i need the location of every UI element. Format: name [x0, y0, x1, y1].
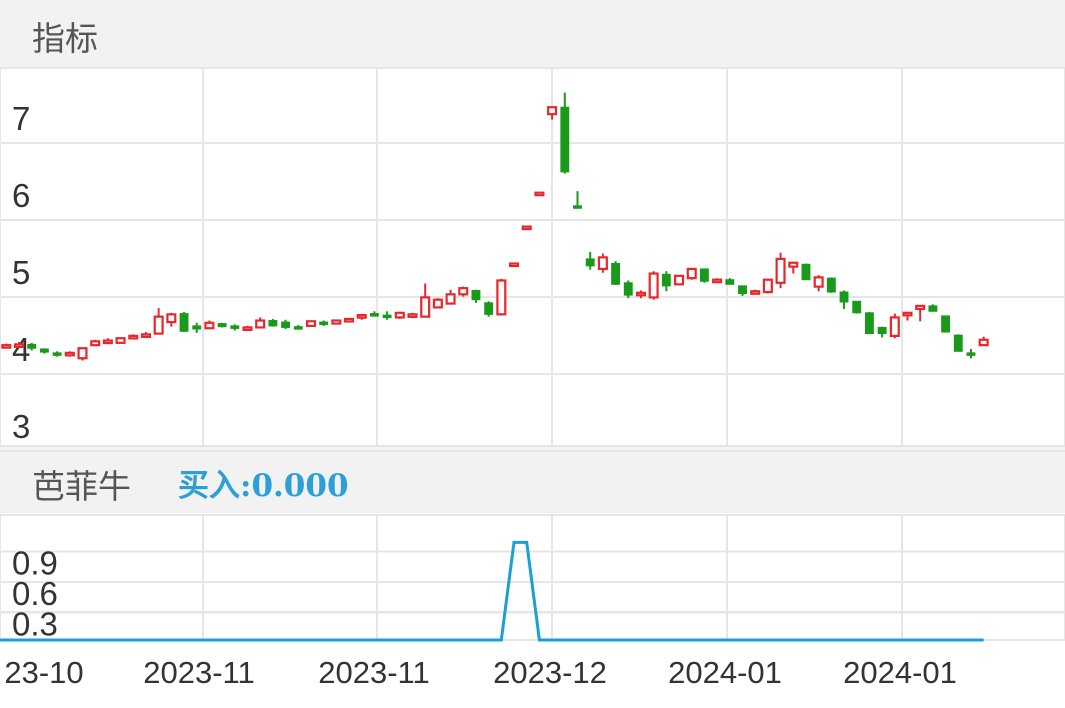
- candle-body-up: [597, 256, 608, 271]
- candle-body-down: [661, 273, 671, 287]
- candle-body-up: [1, 344, 12, 349]
- x-tick-label: 2024-01: [843, 655, 957, 690]
- candle-body-up: [712, 278, 723, 284]
- main-y-tick-label: 7: [12, 100, 30, 137]
- candle-body-up: [90, 340, 101, 347]
- candle-body-up: [305, 320, 316, 327]
- main-y-tick-label: 6: [12, 177, 30, 214]
- candle-body-down: [738, 285, 747, 295]
- main-plot-frame: [0, 67, 1065, 447]
- candle-body-down: [699, 268, 709, 282]
- candle-body-up: [420, 296, 431, 318]
- candle-body-down: [319, 321, 329, 326]
- candle-body-up: [978, 338, 989, 347]
- candle-body-up: [762, 278, 773, 294]
- candle-body-up: [77, 347, 88, 360]
- indicator-line-series: [0, 540, 984, 642]
- candle-body-down: [192, 325, 202, 330]
- candle-body-down: [611, 263, 621, 285]
- candle-body-down: [966, 352, 976, 356]
- candle-body-up: [140, 333, 151, 338]
- main-y-tick-label: 3: [12, 408, 30, 445]
- candle-body-up: [915, 304, 926, 311]
- candle-body-down: [623, 282, 633, 296]
- candle-body-up: [509, 262, 520, 268]
- candle-body-down: [471, 289, 481, 301]
- candle-body-down: [928, 305, 938, 312]
- candle-body-up: [356, 314, 367, 319]
- candle-body-down: [839, 291, 849, 303]
- candle-body-down: [864, 312, 874, 335]
- x-tick-label: 2023-11: [318, 655, 429, 690]
- chart-svg[interactable]: 345670.30.60.923-10 2023-11 2023-11 2023-12…: [0, 0, 1065, 708]
- candle-body-down: [268, 320, 278, 327]
- candle-body-up: [344, 317, 355, 323]
- candle-body-up: [407, 313, 418, 318]
- candle-body-up: [648, 272, 659, 299]
- candle-body-down: [179, 313, 189, 332]
- candle-body-up: [534, 191, 545, 197]
- candle-body-down: [877, 326, 887, 335]
- main-y-tick-label: 4: [12, 331, 30, 368]
- candle-body-down: [369, 313, 379, 317]
- candle-body-up: [521, 225, 532, 231]
- candle-body-up: [102, 339, 113, 345]
- candle-body-down: [725, 279, 735, 285]
- candle-body-up: [788, 261, 799, 268]
- candle-body-up: [635, 291, 646, 297]
- candle-body-up: [64, 351, 75, 357]
- x-tick-label: 2024-01: [668, 655, 782, 690]
- candle-body-up: [813, 276, 824, 288]
- candle-body-down: [484, 302, 494, 315]
- candle-body-up: [394, 311, 405, 319]
- candle-body-up: [255, 319, 266, 329]
- candle-body-down: [573, 205, 582, 209]
- candle-body-up: [153, 315, 164, 335]
- candle-body-up: [14, 343, 25, 348]
- candle-body-down: [801, 263, 811, 281]
- candle-body-down: [230, 325, 240, 329]
- candle-body-up: [547, 106, 558, 116]
- candle-body-up: [432, 298, 443, 309]
- candle-body-down: [585, 258, 595, 267]
- candle-body-up: [674, 274, 685, 286]
- candle-body-down: [293, 326, 303, 330]
- candle-body-up: [331, 319, 342, 325]
- candle-body-up: [445, 293, 456, 305]
- candle-body-up: [775, 257, 786, 284]
- sub-y-tick-label: 0.9: [12, 544, 58, 581]
- candle-body-up: [750, 290, 761, 295]
- candle-body-up: [204, 321, 215, 330]
- candle-body-down: [39, 348, 49, 353]
- x-tick-label: 2023-11: [143, 655, 254, 690]
- x-tick-label: 2023-12: [493, 655, 607, 690]
- candle-body-up: [902, 311, 913, 317]
- candle-body-down: [953, 334, 963, 352]
- candle-body-down: [52, 352, 62, 356]
- candle-body-up: [496, 279, 507, 316]
- candle-body-up: [686, 267, 697, 280]
- main-y-tick-label: 5: [12, 254, 30, 291]
- candle-body-up: [166, 313, 177, 324]
- candle-body-down: [852, 300, 862, 314]
- x-tick-label: 23-10: [4, 655, 83, 690]
- candle-body-down: [941, 315, 951, 333]
- candle-body-up: [115, 337, 126, 344]
- candle-body-down: [281, 321, 291, 328]
- candle-body-down: [27, 343, 37, 349]
- candle-body-up: [889, 316, 900, 338]
- chart-stage: 指标 芭菲牛 买入:0.000 3 4 5 6 7 0.3 0.6 0.9 23-10 2023-…: [0, 0, 1065, 708]
- candle-body-down: [382, 314, 392, 319]
- candle-body-down: [826, 277, 836, 293]
- candle-body-up: [242, 326, 253, 332]
- candle-body-down: [217, 323, 227, 328]
- candle-body-up: [458, 287, 469, 296]
- candle-body-down: [560, 106, 570, 173]
- candle-body-up: [128, 334, 139, 340]
